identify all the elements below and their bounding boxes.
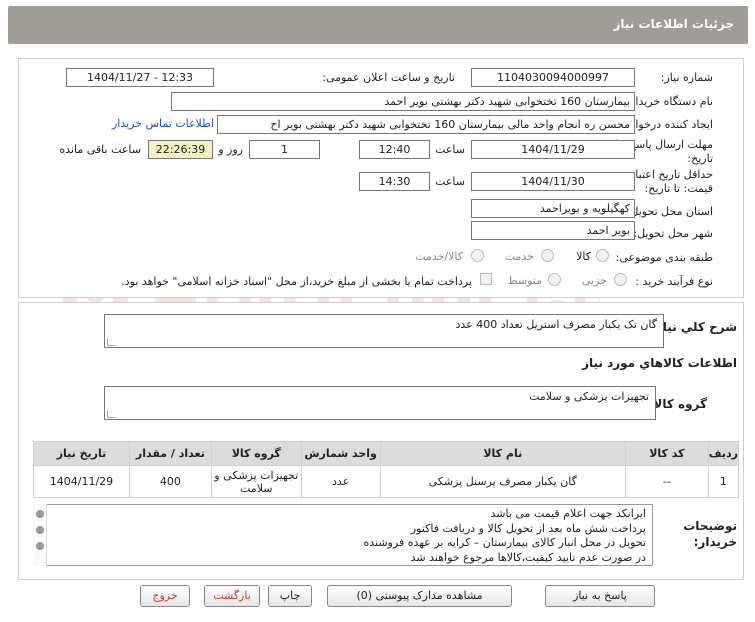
col-row-number: ردیف bbox=[707, 441, 740, 466]
category-radio-both[interactable] bbox=[471, 249, 484, 262]
goods-group-text: تجهیزات پزشکی و سلامت bbox=[529, 390, 649, 403]
buyer-org-label: نام دستگاه خریدار: bbox=[626, 95, 713, 108]
col-item-name: نام کالا bbox=[379, 441, 626, 466]
note-line: در صورت عدم تایید کیفیت،کالاها مرجوع خوا… bbox=[410, 550, 646, 564]
remaining-time-field: 22:26:39 bbox=[148, 140, 213, 159]
cell-need-date: 1404/11/29 bbox=[33, 465, 130, 498]
goods-info-title: اطلاعات کالاهاي مورد نياز bbox=[582, 356, 737, 370]
summary-text: گان تک یکبار مصرف استریل تعداد 400 عدد bbox=[455, 318, 657, 331]
table-row: 1 -- گان یکبار مصرف پرسنل پزشکی عدد تجهی… bbox=[33, 465, 740, 498]
view-attachments-button[interactable]: مشاهده مدارک پیوستی (0) bbox=[327, 585, 512, 607]
need-number-label: شماره نیاز: bbox=[660, 71, 713, 84]
city-field: بویر احمد bbox=[471, 221, 635, 240]
process-option-minor: جزیی bbox=[581, 274, 607, 287]
reply-button[interactable]: پاسخ به نیاز bbox=[545, 585, 655, 607]
days-word: روز و bbox=[218, 143, 243, 156]
treasury-note: پرداخت تمام یا بخشی از مبلغ خرید،از محل … bbox=[121, 275, 472, 288]
need-number-field: 1104030094000997 bbox=[471, 68, 635, 87]
buyer-notes-label: توضیحات bbox=[683, 519, 737, 533]
validity-time-field: 14:30 bbox=[359, 172, 430, 191]
col-quantity: تعداد / مقدار bbox=[128, 441, 212, 466]
requester-field: محسن ره انجام واحد مالی بیمارستان 160 تخ… bbox=[217, 115, 635, 134]
deadline-time-label: ساعت bbox=[435, 143, 465, 156]
resize-handle-icon[interactable] bbox=[107, 338, 115, 346]
notes-scrollbar[interactable] bbox=[33, 504, 47, 566]
announce-label: تاریخ و ساعت اعلان عمومی: bbox=[322, 71, 455, 84]
category-option-goods: کالا bbox=[576, 250, 591, 263]
scroll-up-icon[interactable] bbox=[36, 510, 44, 518]
province-label: استان محل تحویل: bbox=[626, 205, 713, 218]
summary-field: گان تک یکبار مصرف استریل تعداد 400 عدد bbox=[104, 314, 664, 348]
page-title: جزئیات اطلاعات نیاز bbox=[613, 17, 734, 31]
validity-date-field: 1404/11/30 bbox=[471, 172, 635, 191]
back-button[interactable]: بازگشت bbox=[204, 585, 260, 607]
goods-group-field: تجهیزات پزشکی و سلامت bbox=[104, 386, 656, 420]
page-header: جزئیات اطلاعات نیاز bbox=[8, 6, 748, 44]
note-line: تحویل در محل انبار کالای بیمارستان – کرا… bbox=[363, 536, 646, 549]
deadline-date-field: 1404/11/29 bbox=[471, 140, 635, 159]
scroll-thumb-icon[interactable] bbox=[36, 526, 44, 534]
remaining-time-label: ساعت باقی مانده bbox=[59, 143, 141, 156]
cell-item-code: -- bbox=[624, 465, 709, 498]
col-unit: واحد شمارش bbox=[300, 441, 381, 466]
buyer-contact-link[interactable]: اطلاعات تماس خریدار bbox=[112, 117, 214, 130]
buyer-org-field: بیمارستان 160 تختخوابی شهید دکتر بهشتی ب… bbox=[171, 92, 635, 111]
buyer-notes-field: ایرانکد جهت اعلام قیمت می باشد پرداخت شش… bbox=[33, 504, 653, 566]
validity-time-label: ساعت bbox=[435, 175, 465, 188]
cell-quantity: 400 bbox=[128, 465, 212, 498]
category-option-both: کالا/خدمت bbox=[415, 250, 463, 263]
col-need-date: تاریخ نیاز bbox=[33, 441, 130, 466]
goods-group-label: گروه کالا: bbox=[648, 397, 707, 411]
announce-field: 1404/11/27 - 12:33 bbox=[66, 68, 214, 87]
validity-label: حداقل تاریخ اعتبار bbox=[629, 168, 713, 181]
days-remaining-field: 1 bbox=[249, 140, 320, 159]
buyer-notes-label-2: خریدار: bbox=[693, 535, 737, 549]
col-goods-group: گروه کالا bbox=[210, 441, 302, 466]
print-button[interactable]: چاپ bbox=[268, 585, 312, 607]
process-radio-medium[interactable] bbox=[548, 273, 561, 286]
treasury-checkbox[interactable] bbox=[480, 273, 492, 285]
deadline-label-date: تاریخ: bbox=[687, 152, 713, 165]
category-option-service: خدمت bbox=[504, 250, 534, 263]
cell-row-number: 1 bbox=[707, 465, 740, 498]
validity-label-date: قیمت: تا تاریخ: bbox=[644, 182, 713, 195]
deadline-time-field: 12:40 bbox=[359, 140, 430, 159]
table-header-row: ردیف کد کالا نام کالا واحد شمارش گروه کا… bbox=[33, 441, 740, 466]
scroll-down-icon[interactable] bbox=[36, 542, 44, 550]
items-table: ردیف کد کالا نام کالا واحد شمارش گروه کا… bbox=[33, 441, 740, 498]
category-label: طبقه بندی موضوعی: bbox=[615, 251, 713, 264]
resize-handle-icon[interactable] bbox=[107, 410, 115, 418]
province-field: کهگیلویه و بویراحمد bbox=[471, 199, 635, 218]
cell-unit: عدد bbox=[300, 465, 381, 498]
category-radio-goods[interactable] bbox=[596, 249, 609, 262]
col-item-code: کد کالا bbox=[624, 441, 709, 466]
process-label: نوع فرآیند خرید : bbox=[635, 275, 713, 288]
process-option-medium: متوسط bbox=[507, 274, 542, 287]
process-radio-minor[interactable] bbox=[614, 273, 627, 286]
note-line: ایرانکد جهت اعلام قیمت می باشد bbox=[490, 507, 646, 520]
exit-button[interactable]: خروج bbox=[140, 585, 190, 607]
cell-goods-group: تجهیزات پزشکی و سلامت bbox=[210, 465, 302, 498]
cell-item-name: گان یکبار مصرف پرسنل پزشکی bbox=[379, 465, 626, 498]
note-line: پرداخت شش ماه بعد از تحویل کالا و دریافت… bbox=[410, 521, 646, 535]
category-radio-service[interactable] bbox=[541, 249, 554, 262]
city-label: شهر محل تحویل: bbox=[633, 227, 713, 240]
